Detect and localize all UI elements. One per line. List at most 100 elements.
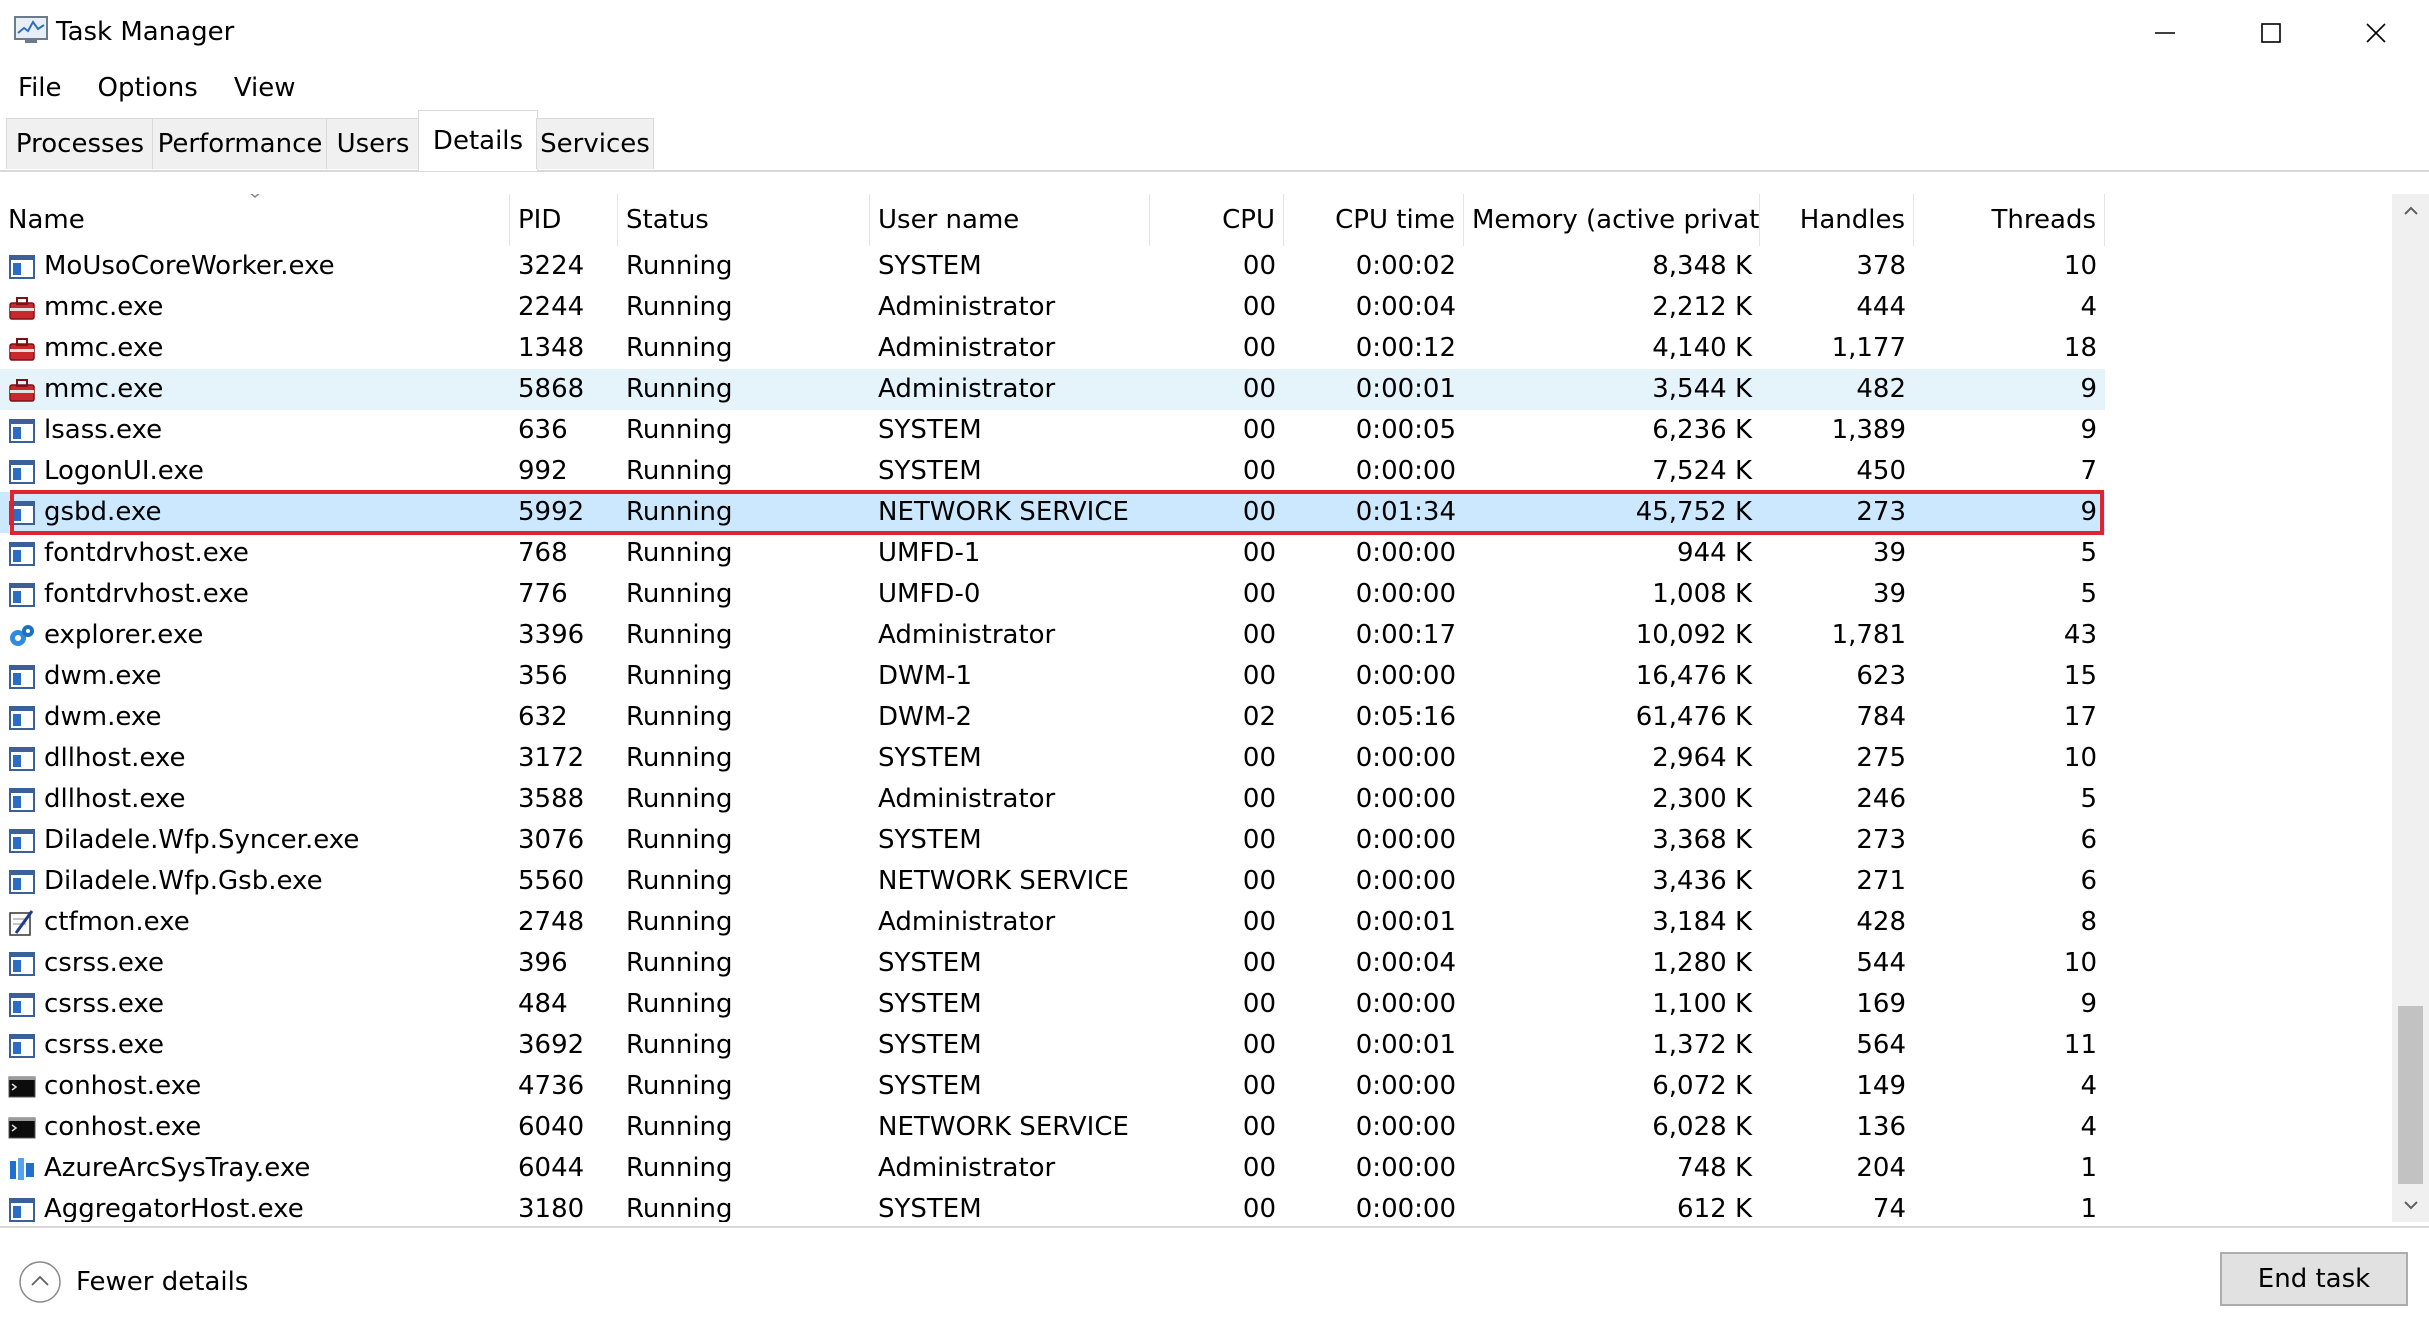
table-row[interactable]: dwm.exe 632 Running DWM-2 02 0:05:16 61,476 K 7… <box>0 697 2105 738</box>
collapse-up-icon[interactable] <box>18 1260 62 1304</box>
fewer-details-link[interactable]: Fewer details <box>76 1262 248 1302</box>
app-window-icon <box>9 665 35 689</box>
cell-user: SYSTEM <box>878 251 982 281</box>
column-header-threads[interactable]: Threads <box>1914 194 2105 246</box>
cell-memory: 3,436 K <box>1652 866 1752 896</box>
app-window-icon <box>9 993 35 1017</box>
cell-pid: 484 <box>518 989 568 1019</box>
vertical-scrollbar[interactable] <box>2392 194 2429 1222</box>
app-window-icon <box>9 542 35 566</box>
azure-arc-icon <box>10 1158 34 1180</box>
cell-cpu: 00 <box>1242 579 1276 609</box>
cell-memory: 944 K <box>1677 538 1752 568</box>
scroll-thumb[interactable] <box>2398 1006 2423 1184</box>
minimize-icon <box>2155 32 2175 34</box>
close-button[interactable] <box>2323 0 2429 66</box>
column-header-cpu-time[interactable]: CPU time <box>1284 194 1464 246</box>
cell-user: Administrator <box>878 374 1056 404</box>
tab-users[interactable]: Users <box>326 118 420 169</box>
end-task-button[interactable]: End task <box>2220 1252 2408 1306</box>
cell-user: UMFD-0 <box>878 579 981 609</box>
cell-name: MoUsoCoreWorker.exe <box>44 251 335 281</box>
tab-performance[interactable]: Performance <box>152 118 328 169</box>
table-row[interactable]: mmc.exe 5868 Running Administrator 00 0:00:01… <box>0 369 2105 410</box>
cell-memory: 6,072 K <box>1652 1071 1752 1101</box>
cell-memory: 3,184 K <box>1652 907 1752 937</box>
cell-handles: 482 <box>1856 374 1906 404</box>
cell-status: Running <box>626 825 733 855</box>
tab-details[interactable]: Details <box>418 110 538 171</box>
cell-user: DWM-1 <box>878 661 973 691</box>
cell-memory: 1,008 K <box>1652 579 1752 609</box>
table-row[interactable]: fontdrvhost.exe 776 Running UMFD-0 00 0:00:00… <box>0 574 2105 615</box>
cell-memory: 6,236 K <box>1652 415 1752 445</box>
table-header: Name PID Status User name CPU CPU time M… <box>0 194 2392 246</box>
table-row[interactable]: lsass.exe 636 Running SYSTEM 00 0:00:05 6,236 … <box>0 410 2105 451</box>
cell-threads: 11 <box>2063 1030 2097 1060</box>
table-row[interactable]: dllhost.exe 3172 Running SYSTEM 00 0:00:00 2,9… <box>0 738 2105 779</box>
cell-status: Running <box>626 1153 733 1183</box>
cell-cpu: 00 <box>1242 743 1276 773</box>
cell-user: NETWORK SERVICE <box>878 1112 1129 1142</box>
cell-cpu: 00 <box>1242 825 1276 855</box>
tab-processes[interactable]: Processes <box>6 118 154 169</box>
table-row[interactable]: dwm.exe 356 Running DWM-1 00 0:00:00 16,476 K 6… <box>0 656 2105 697</box>
cell-user: Administrator <box>878 907 1056 937</box>
table-row[interactable]: AggregatorHost.exe 3180 Running SYSTEM 00 0:0… <box>0 1189 2105 1222</box>
table-row[interactable]: LogonUI.exe 992 Running SYSTEM 00 0:00:00 7,52… <box>0 451 2105 492</box>
table-row[interactable]: mmc.exe 2244 Running Administrator 00 0:00:04… <box>0 287 2105 328</box>
cell-pid: 5560 <box>518 866 585 896</box>
console-icon <box>8 1117 36 1139</box>
tab-services[interactable]: Services <box>536 118 654 169</box>
table-row[interactable]: conhost.exe 6040 Running NETWORK SERVICE 00 0… <box>0 1107 2105 1148</box>
cell-cpu-time: 0:00:04 <box>1355 948 1456 978</box>
scroll-down-button[interactable] <box>2392 1188 2429 1222</box>
cell-cpu: 00 <box>1242 251 1276 281</box>
menu-view[interactable]: View <box>216 66 314 110</box>
cell-handles: 623 <box>1856 661 1906 691</box>
cell-threads: 10 <box>2063 743 2097 773</box>
column-header-cpu[interactable]: CPU <box>1150 194 1284 246</box>
menu-file[interactable]: File <box>0 66 80 110</box>
table-row[interactable]: ctfmon.exe 2748 Running Administrator 00 0:00… <box>0 902 2105 943</box>
cell-name: fontdrvhost.exe <box>44 579 249 609</box>
cell-pid: 776 <box>518 579 568 609</box>
column-header-name[interactable]: Name <box>0 194 510 246</box>
table-row[interactable]: Diladele.Wfp.Gsb.exe 5560 Running NETWORK S… <box>0 861 2105 902</box>
cell-pid: 3588 <box>518 784 585 814</box>
cell-name: Diladele.Wfp.Gsb.exe <box>44 866 323 896</box>
table-row[interactable]: Diladele.Wfp.Syncer.exe 3076 Running SYSTEM… <box>0 820 2105 861</box>
app-window-icon <box>9 583 35 607</box>
cell-cpu: 00 <box>1242 292 1276 322</box>
menu-options[interactable]: Options <box>80 66 216 110</box>
column-header-pid[interactable]: PID <box>510 194 618 246</box>
table-row[interactable]: dllhost.exe 3588 Running Administrator 00 0:0… <box>0 779 2105 820</box>
table-row[interactable]: fontdrvhost.exe 768 Running UMFD-1 00 0:00:00… <box>0 533 2105 574</box>
table-row[interactable]: conhost.exe 4736 Running SYSTEM 00 0:00:00 6,0… <box>0 1066 2105 1107</box>
cell-status: Running <box>626 374 733 404</box>
table-row[interactable]: AzureArcSysTray.exe 6044 Running Administra… <box>0 1148 2105 1189</box>
cell-pid: 396 <box>518 948 568 978</box>
column-header-status[interactable]: Status <box>618 194 870 246</box>
cell-user: UMFD-1 <box>878 538 981 568</box>
app-window-icon <box>9 952 35 976</box>
maximize-button[interactable] <box>2218 0 2324 66</box>
minimize-button[interactable] <box>2112 0 2218 66</box>
table-row[interactable]: mmc.exe 1348 Running Administrator 00 0:00:12… <box>0 328 2105 369</box>
table-row[interactable]: csrss.exe 484 Running SYSTEM 00 0:00:00 1,100 … <box>0 984 2105 1025</box>
cell-memory: 748 K <box>1677 1153 1752 1183</box>
table-row[interactable]: explorer.exe 3396 Running Administrator 00 0:… <box>0 615 2105 656</box>
scroll-up-button[interactable] <box>2392 194 2429 228</box>
table-row[interactable]: MoUsoCoreWorker.exe 3224 Running SYSTEM 00 0:… <box>0 246 2105 287</box>
cell-name: dwm.exe <box>44 661 162 691</box>
app-window-icon <box>9 706 35 730</box>
table-row[interactable]: csrss.exe 396 Running SYSTEM 00 0:00:04 1,280 … <box>0 943 2105 984</box>
table-row[interactable]: csrss.exe 3692 Running SYSTEM 00 0:00:01 1,372… <box>0 1025 2105 1066</box>
column-header-memory[interactable]: Memory (active privat... <box>1464 194 1760 246</box>
column-header-user-name[interactable]: User name <box>870 194 1150 246</box>
column-header-handles[interactable]: Handles <box>1760 194 1914 246</box>
cell-threads: 1 <box>2080 1153 2097 1183</box>
highlight-annotation-box <box>10 490 2104 535</box>
cell-memory: 2,964 K <box>1652 743 1752 773</box>
cell-status: Running <box>626 333 733 363</box>
